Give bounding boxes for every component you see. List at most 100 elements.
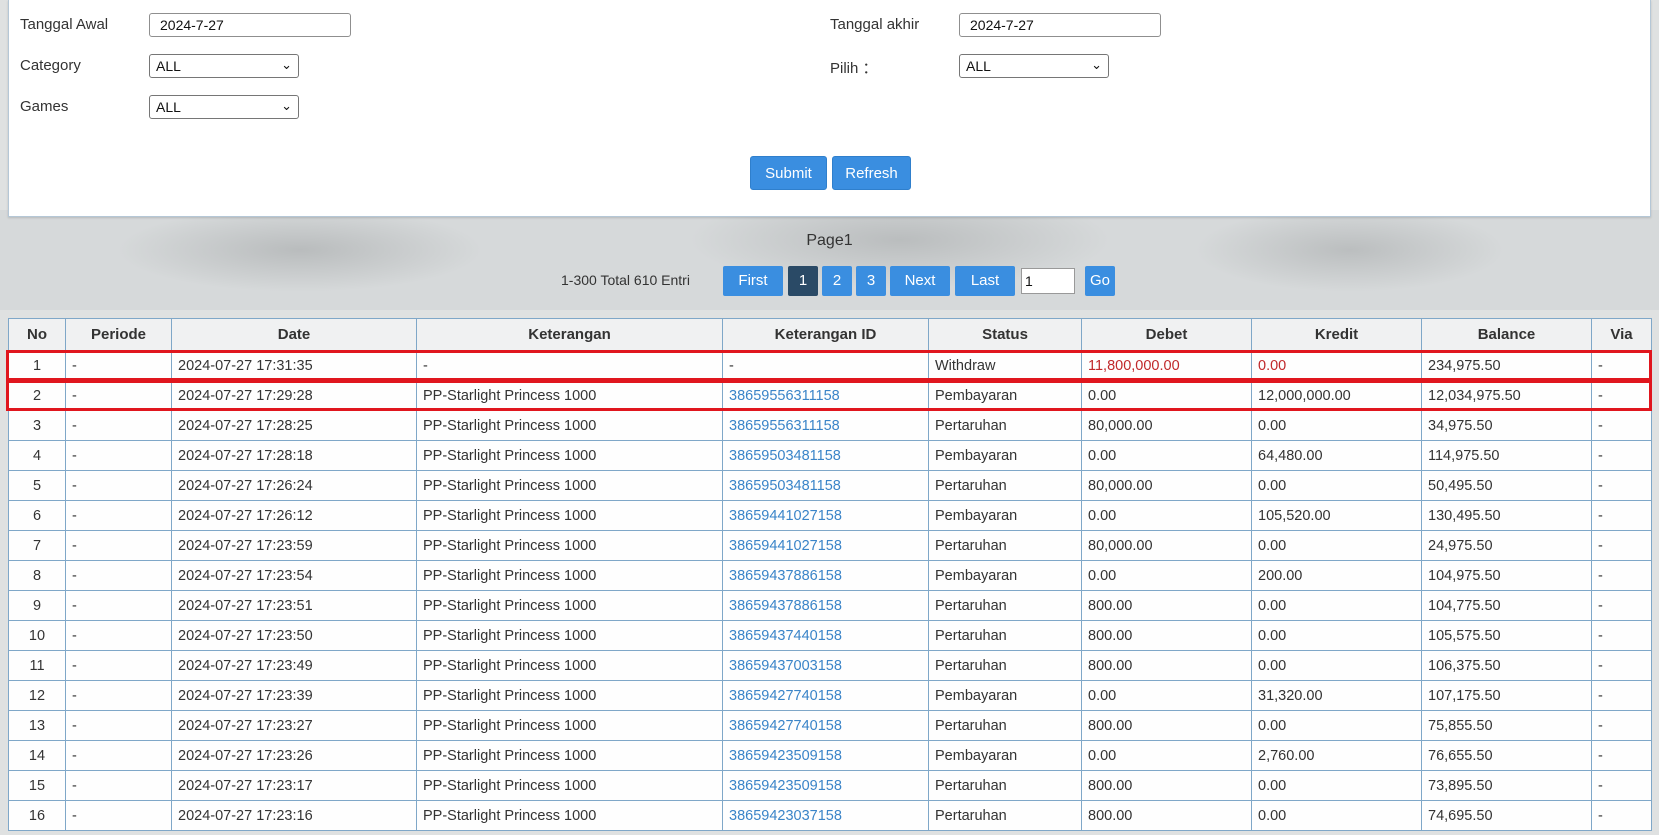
cell-kredit: 0.00 (1251, 710, 1422, 741)
col-header-no[interactable]: No (8, 318, 66, 351)
pilih-select[interactable]: ALL ⌄ (959, 54, 1109, 78)
page-1-button[interactable]: 1 (788, 266, 818, 296)
cell-periode: - (65, 440, 172, 471)
cell-via: - (1591, 530, 1652, 561)
submit-button[interactable]: Submit (750, 156, 827, 190)
cell-kredit: 0.00 (1251, 620, 1422, 651)
cell-date: 2024-07-27 17:23:16 (171, 800, 417, 831)
last-page-button[interactable]: Last (955, 266, 1015, 296)
cell-keterangan-id[interactable]: 38659427740158 (722, 680, 929, 711)
cell-keterangan-id[interactable]: 38659423509158 (722, 770, 929, 801)
cell-balance: 34,975.50 (1421, 410, 1592, 441)
cell-status: Pembayaran (928, 500, 1082, 531)
page-2-button[interactable]: 2 (822, 266, 852, 296)
cell-keterangan-id[interactable]: 38659556311158 (722, 410, 929, 441)
cell-keterangan-id[interactable]: 38659437003158 (722, 650, 929, 681)
tanggal-awal-input[interactable] (149, 13, 351, 37)
cell-date: 2024-07-27 17:23:26 (171, 740, 417, 771)
cell-debet: 800.00 (1081, 770, 1252, 801)
cell-debet: 11,800,000.00 (1081, 350, 1252, 381)
cell-via: - (1591, 680, 1652, 711)
cell-status: Pertaruhan (928, 470, 1082, 501)
chevron-down-icon: ⌄ (281, 57, 292, 72)
cell-keterangan-id[interactable]: 38659437886158 (722, 560, 929, 591)
page-number-input[interactable] (1021, 268, 1075, 294)
category-select[interactable]: ALL ⌄ (149, 54, 299, 78)
go-button[interactable]: Go (1085, 266, 1115, 296)
col-header-keterangan-id[interactable]: Keterangan ID (722, 318, 929, 351)
cell-no: 16 (8, 800, 66, 831)
cell-kredit: 0.00 (1251, 770, 1422, 801)
cell-keterangan: PP-Starlight Princess 1000 (416, 590, 723, 621)
cell-balance: 12,034,975.50 (1421, 380, 1592, 411)
cell-kredit: 200.00 (1251, 560, 1422, 591)
cell-keterangan: PP-Starlight Princess 1000 (416, 800, 723, 831)
cell-status: Pembayaran (928, 560, 1082, 591)
col-header-via[interactable]: Via (1591, 318, 1652, 351)
cell-keterangan-id[interactable]: 38659437440158 (722, 620, 929, 651)
cell-via: - (1591, 560, 1652, 591)
cell-keterangan: PP-Starlight Princess 1000 (416, 410, 723, 441)
col-header-kredit[interactable]: Kredit (1251, 318, 1422, 351)
cell-periode: - (65, 710, 172, 741)
cell-no: 6 (8, 500, 66, 531)
cell-keterangan-id[interactable]: 38659427740158 (722, 710, 929, 741)
cell-via: - (1591, 770, 1652, 801)
cell-kredit: 64,480.00 (1251, 440, 1422, 471)
cell-keterangan-id[interactable]: 38659437886158 (722, 590, 929, 621)
games-select-value: ALL (156, 99, 181, 115)
col-header-keterangan[interactable]: Keterangan (416, 318, 723, 351)
pilih-select-value: ALL (966, 58, 991, 74)
cell-debet: 80,000.00 (1081, 530, 1252, 561)
col-header-debet[interactable]: Debet (1081, 318, 1252, 351)
table-row: 7-2024-07-27 17:23:59 PP-Starlight Prince… (8, 530, 1652, 561)
cell-date: 2024-07-27 17:23:59 (171, 530, 417, 561)
cell-keterangan-id[interactable]: 38659423037158 (722, 800, 929, 831)
cell-kredit: 2,760.00 (1251, 740, 1422, 771)
cell-status: Pembayaran (928, 740, 1082, 771)
cell-date: 2024-07-27 17:23:51 (171, 590, 417, 621)
tanggal-akhir-label: Tanggal akhir (830, 16, 920, 33)
cell-periode: - (65, 350, 172, 381)
table-row: 13-2024-07-27 17:23:27 PP-Starlight Princ… (8, 710, 1652, 741)
cell-keterangan-id[interactable]: 38659503481158 (722, 470, 929, 501)
col-header-date[interactable]: Date (171, 318, 417, 351)
cell-keterangan-id[interactable]: 38659556311158 (722, 380, 929, 411)
cell-balance: 76,655.50 (1421, 740, 1592, 771)
cell-keterangan-id[interactable]: 38659441027158 (722, 530, 929, 561)
refresh-button[interactable]: Refresh (832, 156, 911, 190)
next-page-button[interactable]: Next (890, 266, 950, 296)
table-row: 2-2024-07-27 17:29:28 PP-Starlight Prince… (8, 380, 1652, 411)
cell-periode: - (65, 650, 172, 681)
cell-periode: - (65, 410, 172, 441)
col-header-balance[interactable]: Balance (1421, 318, 1592, 351)
cell-status: Pertaruhan (928, 620, 1082, 651)
cell-via: - (1591, 710, 1652, 741)
col-header-periode[interactable]: Periode (65, 318, 172, 351)
cell-balance: 105,575.50 (1421, 620, 1592, 651)
cell-debet: 800.00 (1081, 620, 1252, 651)
games-select[interactable]: ALL ⌄ (149, 95, 299, 119)
tanggal-akhir-input[interactable] (959, 13, 1161, 37)
first-page-button[interactable]: First (723, 266, 783, 296)
cell-periode: - (65, 380, 172, 411)
cell-no: 11 (8, 650, 66, 681)
cell-kredit: 0.00 (1251, 530, 1422, 561)
cell-keterangan-id[interactable]: 38659441027158 (722, 500, 929, 531)
cell-no: 5 (8, 470, 66, 501)
cell-via: - (1591, 350, 1652, 381)
cell-debet: 80,000.00 (1081, 410, 1252, 441)
table-row: 4-2024-07-27 17:28:18 PP-Starlight Prince… (8, 440, 1652, 471)
cell-kredit: 0.00 (1251, 590, 1422, 621)
cell-date: 2024-07-27 17:23:17 (171, 770, 417, 801)
cell-keterangan-id[interactable]: 38659423509158 (722, 740, 929, 771)
cell-periode: - (65, 680, 172, 711)
page-3-button[interactable]: 3 (856, 266, 886, 296)
cell-balance: 107,175.50 (1421, 680, 1592, 711)
col-header-status[interactable]: Status (928, 318, 1082, 351)
category-select-value: ALL (156, 58, 181, 74)
cell-status: Pertaruhan (928, 770, 1082, 801)
cell-kredit: 0.00 (1251, 800, 1422, 831)
cell-keterangan-id[interactable]: 38659503481158 (722, 440, 929, 471)
cell-via: - (1591, 500, 1652, 531)
